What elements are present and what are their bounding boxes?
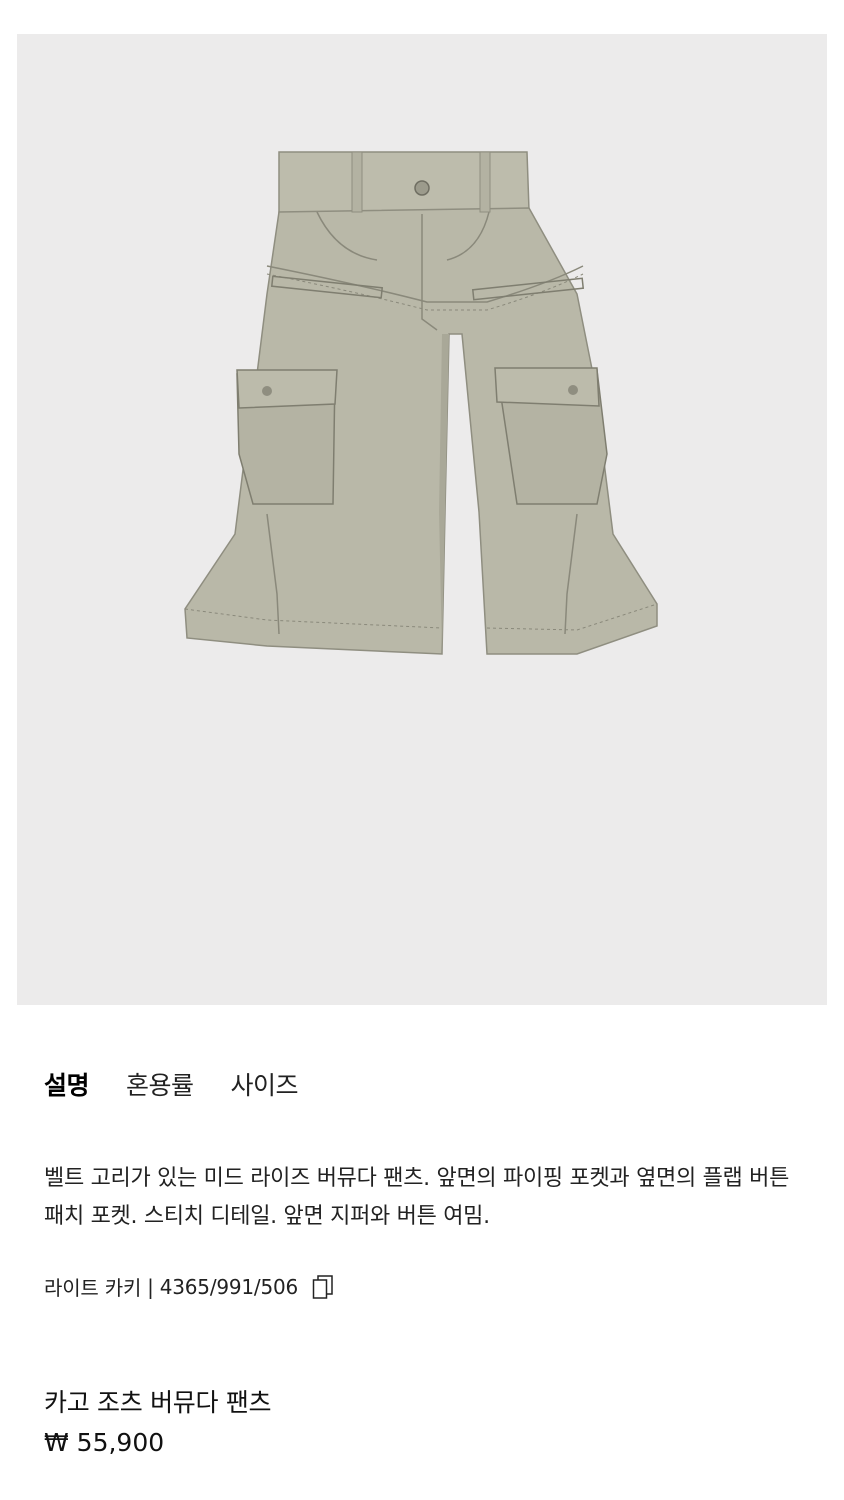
color-name: 라이트 카키 bbox=[44, 1276, 142, 1300]
product-description: 벨트 고리가 있는 미드 라이즈 버뮤다 팬츠. 앞면의 파이핑 포켓과 옆면의… bbox=[44, 1166, 790, 1229]
tab-composition[interactable]: 혼용률 bbox=[126, 1066, 194, 1102]
product-image[interactable] bbox=[17, 34, 827, 1005]
product-name: 카고 조츠 버뮤다 팬츠 bbox=[44, 1388, 272, 1417]
copy-icon[interactable] bbox=[312, 1274, 334, 1300]
product-info-tabs: 설명 혼용률 사이즈 bbox=[44, 1066, 299, 1102]
reference-number: 4365/991/506 bbox=[159, 1274, 299, 1299]
tab-size[interactable]: 사이즈 bbox=[231, 1066, 299, 1102]
product-meta: 라이트 카키 | 4365/991/506 bbox=[44, 1272, 334, 1301]
tab-description[interactable]: 설명 bbox=[44, 1066, 90, 1102]
meta-separator: | bbox=[147, 1274, 154, 1299]
product-price: ₩ 55,900 bbox=[44, 1428, 165, 1457]
bermuda-shorts-illustration bbox=[184, 151, 658, 655]
cropped-top-bar bbox=[0, 0, 844, 8]
